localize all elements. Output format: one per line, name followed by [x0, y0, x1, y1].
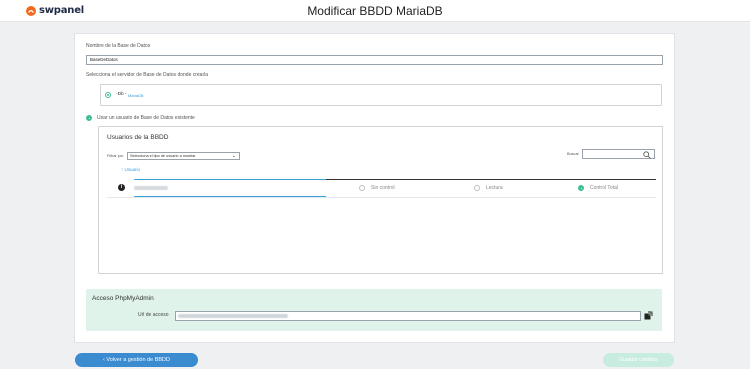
- server-label: Selecciona el servidor de Base de Datos …: [86, 72, 209, 78]
- info-icon[interactable]: i: [118, 184, 125, 191]
- server-engine: MariaDB: [128, 93, 144, 98]
- permission-label-lectura: Lectura: [486, 185, 503, 191]
- header-divider: [326, 179, 656, 180]
- permission-radio-control-total[interactable]: [578, 185, 584, 191]
- url-redacted: [178, 314, 288, 318]
- permission-radio-sin-control[interactable]: [359, 185, 365, 191]
- search-label: Buscar: [567, 152, 579, 156]
- top-bar: swpanel Modificar BBDD MariaDB: [0, 0, 750, 22]
- phpmyadmin-title: Acceso PhpMyAdmin: [92, 295, 154, 302]
- save-button[interactable]: Guardar cambios: [603, 353, 674, 367]
- db-name-input[interactable]: BaseDeDatos: [86, 55, 663, 65]
- users-panel: Usuarios de la BBDD Filtrar por Seleccio…: [98, 126, 663, 274]
- filter-select-value: Selecciona el tipo de usuario a mostrar: [130, 154, 196, 158]
- user-type-filter-select[interactable]: Selecciona el tipo de usuario a mostrar …: [127, 152, 240, 160]
- server-radio[interactable]: [105, 92, 111, 98]
- chevron-down-icon: ⌄: [231, 153, 236, 159]
- filter-label: Filtrar por: [107, 154, 124, 158]
- server-name: -Db -: [116, 92, 127, 97]
- header-underline: [134, 179, 326, 180]
- permission-radio-lectura[interactable]: [474, 185, 480, 191]
- row-divider: [107, 197, 656, 198]
- phpmyadmin-url-label: Url de acceso: [138, 312, 169, 318]
- sort-asc-icon: ↑: [121, 167, 124, 172]
- external-link-icon[interactable]: [644, 311, 653, 320]
- column-header-user-label: Usuario: [124, 167, 141, 172]
- existing-user-label: Usar un usuario de Base de Datos existen…: [97, 115, 195, 121]
- page-title: Modificar BBDD MariaDB: [307, 4, 443, 18]
- user-name-redacted: [134, 186, 168, 190]
- back-button[interactable]: ‹ Volver a gestión de BBDD: [75, 353, 198, 367]
- permission-label-sin-control: Sin control: [371, 185, 395, 191]
- search-icon[interactable]: [643, 151, 651, 159]
- search-input[interactable]: [582, 149, 655, 159]
- server-option-box[interactable]: -Db - MariaDB: [100, 84, 662, 106]
- permission-label-control-total: Control Total: [590, 185, 618, 191]
- phpmyadmin-panel: Acceso PhpMyAdmin Url de acceso: [86, 289, 662, 331]
- column-header-user[interactable]: ↑ Usuario: [121, 167, 140, 172]
- users-title: Usuarios de la BBDD: [107, 134, 169, 141]
- db-name-label: Nombre de la Base de Datos: [86, 43, 151, 49]
- existing-user-radio[interactable]: [86, 115, 92, 121]
- table-row: i Sin control Lectura Control Total: [99, 181, 662, 197]
- back-button-label: Volver a gestión de BBDD: [106, 357, 170, 363]
